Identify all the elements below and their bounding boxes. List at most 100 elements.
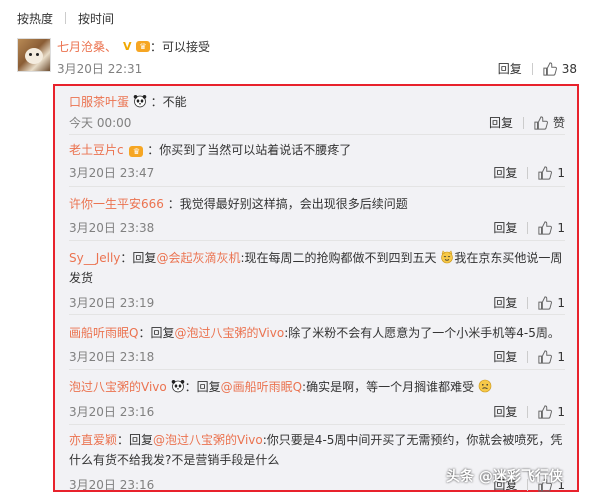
main-comment: 七月沧桑、 V ♛ ：可以接受 3月20日 22:31 回复 38	[17, 38, 577, 80]
reply-username[interactable]: Sy__Jelly	[69, 251, 120, 265]
reply-actions: 回复 1	[493, 219, 565, 236]
reply-button[interactable]: 回复	[493, 164, 517, 181]
reply-body: :现在每周二的抢购都做不到四到五天	[240, 251, 437, 265]
like-count: 1	[557, 295, 565, 310]
like-count: 1	[557, 165, 565, 180]
like-button[interactable]: 赞	[534, 114, 565, 131]
thumbs-up-icon	[538, 295, 553, 310]
action-divider	[531, 62, 533, 75]
avatar-face	[25, 48, 43, 64]
reply-time: 3月20日 23:18	[69, 350, 155, 364]
reply-username[interactable]: 许你一生平安666	[69, 197, 164, 211]
reply-item: 老土豆片c ♛ ：你买到了当然可以站着说话不腰疼了 3月20日 23:47 回复…	[69, 134, 565, 187]
reply-list: 口服茶叶蛋 ：不能 今天 00:00 回复 赞 老土豆片c ♛ ：你买到了当然可…	[53, 84, 579, 492]
mention-link[interactable]: @会起灰滴灰机	[156, 251, 240, 265]
action-divider	[527, 166, 529, 179]
reply-username[interactable]: 画船听雨眠Q	[69, 326, 138, 340]
like-button[interactable]: 1	[538, 296, 565, 310]
reply-item: 许你一生平安666 ：我觉得最好别这样搞，会出现很多后续问题 3月20日 23:…	[69, 186, 565, 241]
like-button[interactable]: 1	[538, 221, 565, 235]
reply-body: ：不能	[150, 95, 187, 109]
reply-button[interactable]: 回复	[493, 294, 517, 311]
avatar-eye-right	[36, 53, 39, 56]
reply-item: 口服茶叶蛋 ：不能 今天 00:00 回复 赞	[69, 86, 565, 135]
reply-username[interactable]: 亦直爱颖	[69, 433, 117, 447]
thumbs-up-icon	[538, 165, 553, 180]
member-badge-icon: ♛	[129, 146, 144, 157]
mention-link[interactable]: @泡过八宝粥的Vivo	[174, 326, 284, 340]
reply-username[interactable]: 口服茶叶蛋	[69, 95, 129, 109]
avatar[interactable]	[17, 38, 51, 72]
watermark: 头条 @迷彩飞行侠	[446, 469, 563, 485]
reply-body: :确实是啊，等一个月搁谁都难受	[302, 380, 475, 394]
reply-time: 3月20日 23:38	[69, 221, 155, 235]
panda-emoji-icon	[171, 380, 184, 393]
like-button[interactable]: 1	[538, 350, 565, 364]
thumbs-up-icon	[538, 220, 553, 235]
mention-link[interactable]: @泡过八宝粥的Vivo	[153, 433, 263, 447]
reply-username[interactable]: 泡过八宝粥的Vivo	[69, 380, 167, 394]
thumbs-up-icon	[543, 61, 557, 76]
reply-text: Sy__Jelly：回复@会起灰滴灰机:现在每周二的抢购都做不到四到五天 我在京…	[69, 248, 565, 288]
thumbs-up-icon	[534, 115, 548, 130]
sort-bar: 按热度 按时间	[17, 8, 114, 28]
avatar-eye-left	[29, 53, 32, 56]
reply-button[interactable]: 回复	[493, 403, 517, 420]
reply-actions: 回复 1	[493, 294, 565, 311]
reply-time: 3月20日 23:47	[69, 166, 155, 180]
reply-time: 3月20日 23:19	[69, 296, 155, 310]
reply-item: Sy__Jelly：回复@会起灰滴灰机:现在每周二的抢购都做不到四到五天 我在京…	[69, 240, 565, 315]
reply-text: 口服茶叶蛋 ：不能	[69, 92, 565, 112]
reply-body: ：你买到了当然可以站着说话不腰疼了	[147, 143, 352, 157]
reply-prefix: ：回复	[138, 326, 175, 340]
reply-item: 泡过八宝粥的Vivo ：回复@画船听雨眠Q:确实是啊，等一个月搁谁都难受 3月2…	[69, 369, 565, 425]
member-badge-icon: ♛	[136, 41, 151, 52]
reply-actions: 回复 1	[493, 403, 565, 420]
main-comment-text: 七月沧桑、 V ♛ ：可以接受	[57, 38, 210, 55]
reply-body: :除了米粉不会有人愿意为了一个小米手机等4-5周。	[284, 326, 560, 340]
like-count: 1	[557, 404, 565, 419]
reply-text: 老土豆片c ♛ ：你买到了当然可以站着说话不腰疼了	[69, 140, 565, 160]
main-comment-time: 3月20日 22:31	[57, 62, 143, 76]
reply-time: 3月20日 23:16	[69, 405, 155, 419]
wry-smile-emoji-icon	[478, 379, 492, 393]
main-username[interactable]: 七月沧桑、	[57, 38, 117, 55]
like-button[interactable]: 38	[543, 62, 577, 76]
reply-text: 画船听雨眠Q：回复@泡过八宝粥的Vivo:除了米粉不会有人愿意为了一个小米手机等…	[69, 323, 565, 343]
reply-button[interactable]: 回复	[493, 219, 517, 236]
cat-face-emoji-icon	[441, 250, 454, 264]
thumbs-up-icon	[538, 404, 553, 419]
like-count: 1	[557, 349, 565, 364]
panda-emoji-icon	[133, 95, 147, 108]
action-divider	[527, 405, 529, 418]
reply-button[interactable]: 回复	[498, 60, 522, 77]
thumbs-up-icon	[538, 349, 553, 364]
verified-v-icon: V	[123, 40, 132, 53]
reply-prefix: ：回复	[184, 380, 221, 394]
like-button[interactable]: 1	[538, 405, 565, 419]
sort-divider	[65, 12, 67, 24]
like-button[interactable]: 1	[538, 166, 565, 180]
reply-prefix: ：回复	[120, 251, 157, 265]
reply-text: 亦直爱颖：回复@泡过八宝粥的Vivo:你只要是4-5周中间开买了无需预约，你就会…	[69, 430, 565, 470]
reply-username[interactable]: 老土豆片c	[69, 143, 124, 157]
reply-time: 3月20日 23:16	[69, 478, 155, 492]
action-divider	[522, 116, 524, 129]
sort-by-hot[interactable]: 按热度	[17, 10, 53, 27]
reply-actions: 回复 1	[493, 164, 565, 181]
action-divider	[527, 350, 529, 363]
reply-text: 泡过八宝粥的Vivo ：回复@画船听雨眠Q:确实是啊，等一个月搁谁都难受	[69, 377, 565, 397]
reply-time: 今天 00:00	[69, 116, 132, 130]
action-divider	[527, 296, 529, 309]
reply-button[interactable]: 回复	[493, 348, 517, 365]
like-count: 赞	[552, 116, 565, 130]
action-divider	[527, 221, 529, 234]
main-comment-actions: 回复 38	[498, 60, 577, 77]
reply-actions: 回复 1	[493, 348, 565, 365]
sort-by-time[interactable]: 按时间	[78, 10, 114, 27]
reply-button[interactable]: 回复	[489, 114, 513, 131]
mention-link[interactable]: @画船听雨眠Q	[221, 380, 302, 394]
reply-actions: 回复 赞	[489, 114, 565, 131]
like-count: 38	[561, 61, 577, 76]
main-comment-body: ：可以接受	[150, 40, 211, 54]
